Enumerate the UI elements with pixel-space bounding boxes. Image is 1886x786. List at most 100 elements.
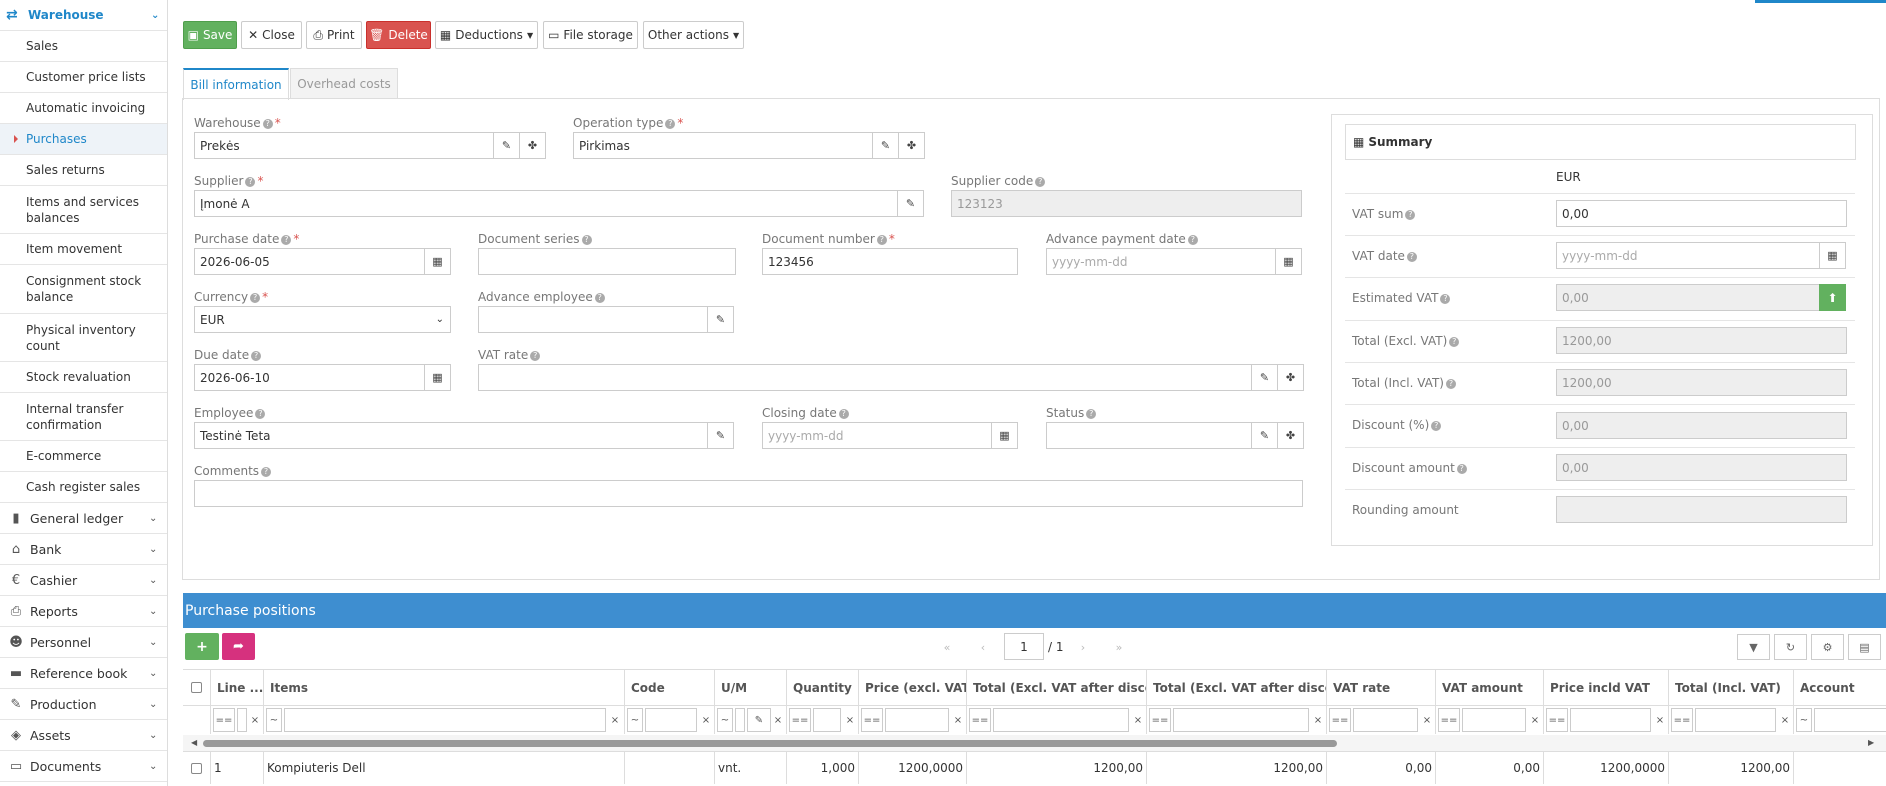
edit-icon[interactable]: ✎ [872, 132, 899, 159]
column-header-account[interactable]: Account [1794, 670, 1886, 705]
clear-filter-icon[interactable]: × [1778, 708, 1792, 732]
status-input[interactable] [1046, 422, 1252, 449]
export-icon[interactable]: ▤ [1848, 634, 1881, 660]
filter-input[interactable] [1570, 708, 1651, 732]
filter-operator[interactable]: == [789, 708, 811, 732]
sidebar-item-bank[interactable]: ⌂ Bank ⌄ [0, 534, 167, 565]
column-header-vat-rate[interactable]: VAT rate [1327, 670, 1436, 705]
sidebar-item-internal-transfer-confirmation[interactable]: Internal transfer confirmation [0, 393, 167, 441]
column-header-code[interactable]: Code [625, 670, 715, 705]
clear-filter-icon[interactable]: × [249, 708, 261, 732]
sidebar-item-reports[interactable]: ⎙ Reports ⌄ [0, 596, 167, 627]
warehouse-input[interactable]: Prekės [194, 132, 494, 159]
column-header-price-excl[interactable]: Price (excl. VAT) [859, 670, 967, 705]
sidebar-item-sales[interactable]: Sales [0, 31, 167, 62]
clear-filter-icon[interactable]: × [699, 708, 713, 732]
calendar-icon[interactable]: ▦ [1275, 248, 1302, 275]
filter-operator[interactable]: ~ [1796, 708, 1812, 732]
filter-input[interactable] [1814, 708, 1886, 732]
column-header-total-incl[interactable]: Total (Incl. VAT) [1669, 670, 1794, 705]
clear-filter-icon[interactable]: × [1528, 708, 1542, 732]
scroll-left-icon[interactable]: ◀ [191, 738, 197, 747]
sidebar-item-stock-revaluation[interactable]: Stock revaluation [0, 362, 167, 393]
edit-icon[interactable]: ✎ [707, 422, 734, 449]
file-storage-button[interactable]: ▭ File storage [543, 21, 638, 49]
sidebar-item-personnel[interactable]: ☻ Personnel ⌄ [0, 627, 167, 658]
column-header-line[interactable]: Line ... [211, 670, 264, 705]
pin-icon[interactable]: ✤ [898, 132, 925, 159]
document-series-input[interactable] [478, 248, 736, 275]
sidebar-item-item-movement[interactable]: Item movement [0, 234, 167, 265]
clear-filter-icon[interactable]: × [1420, 708, 1434, 732]
filter-input[interactable] [237, 708, 247, 732]
filter-input[interactable] [284, 708, 606, 732]
sidebar-item-assets[interactable]: ◈ Assets ⌄ [0, 720, 167, 751]
column-header-vat-amount[interactable]: VAT amount [1436, 670, 1544, 705]
filter-input[interactable] [993, 708, 1129, 732]
add-row-button[interactable]: + [185, 633, 219, 660]
currency-select[interactable]: EUR ⌄ [194, 306, 451, 333]
sidebar-item-cashier[interactable]: € Cashier ⌄ [0, 565, 167, 596]
scroll-right-icon[interactable]: ▶ [1868, 738, 1874, 747]
arrow-up-icon[interactable]: ⬆ [1819, 284, 1846, 311]
edit-icon[interactable]: ✎ [493, 132, 520, 159]
filter-input[interactable] [1695, 708, 1776, 732]
filter-icon[interactable]: ▼ [1737, 634, 1770, 660]
filter-operator[interactable]: == [1671, 708, 1693, 732]
filter-input[interactable] [813, 708, 841, 732]
clear-filter-icon[interactable]: × [1131, 708, 1145, 732]
print-button[interactable]: ⎙ Print [306, 21, 362, 49]
filter-input[interactable] [885, 708, 949, 732]
scrollbar-thumb[interactable] [203, 740, 1337, 747]
column-header-price-incl[interactable]: Price incld VAT [1544, 670, 1669, 705]
vat-rate-input[interactable] [478, 364, 1252, 391]
filter-input[interactable] [1173, 708, 1309, 732]
sidebar-item-sales-returns[interactable]: Sales returns [0, 155, 167, 186]
pin-icon[interactable]: ✤ [1277, 364, 1304, 391]
sidebar-item-e-commerce[interactable]: E-commerce [0, 441, 167, 472]
last-page-icon[interactable]: » [1106, 634, 1132, 660]
purchase-date-input[interactable]: 2026-06-05 [194, 248, 425, 275]
due-date-input[interactable]: 2026-06-10 [194, 364, 425, 391]
tab-bill-information[interactable]: Bill information [183, 68, 289, 100]
edit-icon[interactable]: ✎ [1251, 422, 1278, 449]
filter-input[interactable] [1462, 708, 1526, 732]
filter-operator[interactable]: ~ [627, 708, 643, 732]
sidebar-item-customer-price-lists[interactable]: Customer price lists [0, 62, 167, 93]
document-number-input[interactable]: 123456 [762, 248, 1018, 275]
sidebar-item-reference-book[interactable]: ▬ Reference book ⌄ [0, 658, 167, 689]
close-button[interactable]: ✕ Close [241, 21, 302, 49]
tab-overhead-costs[interactable]: Overhead costs [290, 68, 398, 99]
sidebar-item-general-ledger[interactable]: ▮ General ledger ⌄ [0, 503, 167, 534]
sidebar-item-purchases[interactable]: Purchases [0, 124, 167, 155]
filter-input[interactable] [735, 708, 745, 732]
sidebar-item-physical-inventory-count[interactable]: Physical inventory count [0, 314, 167, 362]
edit-icon[interactable]: ✎ [707, 306, 734, 333]
select-all-checkbox[interactable] [191, 682, 202, 693]
employee-input[interactable]: Testinė Teta [194, 422, 708, 449]
edit-icon[interactable]: ✎ [747, 708, 771, 732]
sidebar-section-warehouse[interactable]: ⇄ Warehouse ⌄ [0, 0, 167, 31]
advance-employee-input[interactable] [478, 306, 708, 333]
refresh-icon[interactable]: ↻ [1774, 634, 1807, 660]
sidebar-item-consignment-stock-balance[interactable]: Consignment stock balance [0, 265, 167, 314]
vat-date-input[interactable]: yyyy-mm-dd [1556, 242, 1820, 269]
filter-input[interactable] [1353, 708, 1418, 732]
comments-input[interactable] [194, 480, 1303, 507]
filter-operator[interactable]: ~ [266, 708, 282, 732]
column-header-items[interactable]: Items [264, 670, 625, 705]
filter-input[interactable] [645, 708, 697, 732]
filter-operator[interactable]: == [1438, 708, 1460, 732]
share-button[interactable]: ➦ [222, 633, 255, 660]
next-page-icon[interactable]: › [1070, 634, 1096, 660]
operation-type-input[interactable]: Pirkimas [573, 132, 873, 159]
prev-page-icon[interactable]: ‹ [970, 634, 996, 660]
filter-operator[interactable]: == [861, 708, 883, 732]
edit-icon[interactable]: ✎ [1251, 364, 1278, 391]
filter-operator[interactable]: == [1329, 708, 1351, 732]
page-number-input[interactable]: 1 [1004, 633, 1044, 660]
clear-filter-icon[interactable]: × [772, 708, 784, 732]
clear-filter-icon[interactable]: × [951, 708, 965, 732]
closing-date-input[interactable]: yyyy-mm-dd [762, 422, 992, 449]
filter-operator[interactable]: == [1546, 708, 1568, 732]
